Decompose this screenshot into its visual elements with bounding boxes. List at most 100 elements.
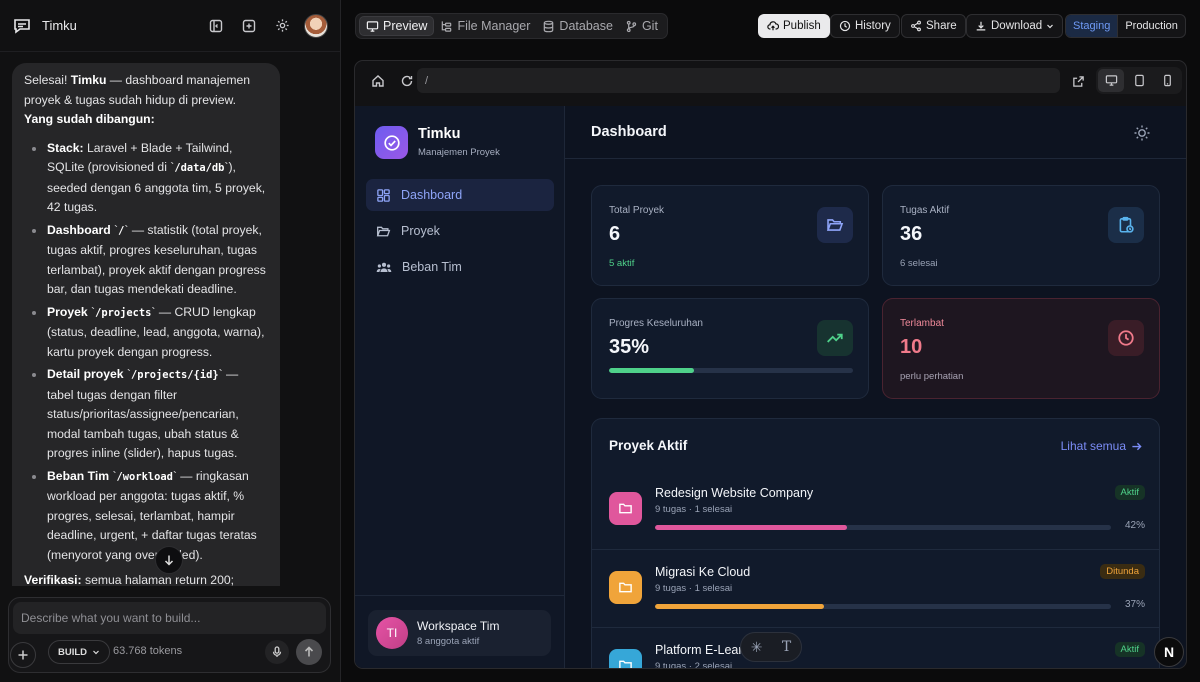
settings-gear-icon[interactable]	[269, 13, 295, 39]
site-brand: Timku	[418, 126, 461, 142]
team-icon	[376, 262, 392, 272]
send-button[interactable]	[296, 639, 322, 665]
plus-icon	[18, 650, 28, 660]
tab-file-manager[interactable]: File Manager	[434, 16, 536, 36]
project-progress-bar	[655, 525, 1111, 530]
dashboard-grid-icon	[377, 188, 390, 202]
home-icon[interactable]	[368, 71, 388, 91]
app-badge[interactable]: N	[1154, 637, 1184, 667]
list-item: Proyek `/projects` — CRUD lengkap (statu…	[24, 303, 268, 363]
sidebar-item-dashboard[interactable]: Dashboard	[366, 179, 554, 211]
monitor-icon	[366, 20, 379, 32]
stat-footnote: perlu perhatian	[900, 371, 964, 382]
project-name: Redesign Website Company	[655, 486, 814, 500]
status-badge: Aktif	[1114, 642, 1145, 657]
share-button[interactable]: Share	[901, 14, 966, 38]
see-all-link[interactable]: Lihat semua	[1061, 439, 1142, 453]
stat-value: 36	[900, 223, 923, 245]
stat-label: Total Proyek	[609, 205, 665, 216]
list-item: Dashboard `/` — statistik (total proyek,…	[24, 221, 268, 300]
environment-toggle: Staging Production	[1065, 14, 1186, 38]
folder-icon	[817, 207, 853, 243]
site-sidebar: Timku Manajemen Proyek Dashboard Proyek …	[355, 106, 565, 668]
stat-card-progres: Progres Keseluruhan 35%	[591, 298, 869, 399]
env-staging[interactable]: Staging	[1066, 15, 1119, 37]
assistant-message: Selesai! Timku — dashboard manajemen pro…	[12, 63, 280, 586]
tab-database[interactable]: Database	[536, 16, 619, 36]
magic-wand-icon[interactable]: ✳	[751, 639, 763, 656]
project-stats: 9 tugas · 1 selesai	[655, 583, 733, 594]
stat-value: 10	[900, 336, 923, 358]
clipboard-clock-icon	[1108, 207, 1144, 243]
theme-toggle-sun-icon[interactable]	[1132, 123, 1152, 143]
site-header: Dashboard	[565, 106, 1186, 159]
folder-icon	[609, 571, 642, 604]
microphone-icon	[272, 646, 282, 657]
list-item: Stack: Laravel + Blade + Tailwind, SQLit…	[24, 139, 268, 218]
prompt-input[interactable]	[13, 602, 326, 634]
arrow-up-icon	[304, 646, 314, 657]
desktop-view-icon[interactable]	[1098, 69, 1124, 92]
stat-footnote: 6 selesai	[900, 258, 938, 269]
reload-icon[interactable]	[397, 71, 417, 91]
token-count: 63.768 tokens	[113, 645, 183, 657]
site-brand-sub: Manajemen Proyek	[418, 147, 500, 158]
message-verify: Verifikasi: semua halaman return 200; CR…	[24, 573, 235, 586]
stat-footnote: 5 aktif	[609, 258, 635, 269]
status-badge: Ditunda	[1100, 564, 1145, 579]
env-production[interactable]: Production	[1118, 15, 1185, 37]
file-tree-icon	[442, 20, 452, 32]
built-list: Stack: Laravel + Blade + Tailwind, SQLit…	[24, 139, 268, 566]
sidebar-item-proyek[interactable]: Proyek	[366, 215, 554, 247]
text-tool-icon[interactable]: T	[782, 639, 791, 655]
chat-header: Timku	[0, 0, 340, 52]
history-button[interactable]: History	[830, 14, 900, 38]
attach-button[interactable]	[10, 642, 36, 668]
mobile-view-icon[interactable]	[1154, 69, 1180, 92]
open-external-icon[interactable]	[1068, 71, 1088, 91]
folder-open-icon	[376, 226, 391, 236]
project-stats: 9 tugas · 1 selesai	[655, 504, 733, 515]
workspace-avatar: TI	[376, 617, 408, 649]
user-avatar[interactable]	[304, 13, 328, 38]
clock-icon	[1108, 320, 1144, 356]
folder-icon	[609, 649, 642, 668]
workspace-card[interactable]: TI Workspace Tim 8 anggota aktif	[368, 610, 551, 656]
mode-select[interactable]: BUILD	[48, 640, 111, 664]
folder-icon	[609, 492, 642, 525]
tablet-view-icon[interactable]	[1126, 69, 1152, 92]
project-row[interactable]: Platform E-Learning 9 tugas · 2 selesai …	[592, 627, 1159, 668]
collapse-sidebar-icon[interactable]	[203, 13, 229, 39]
publish-button[interactable]: Publish	[758, 14, 830, 38]
status-badge: Aktif	[1114, 485, 1145, 500]
project-name: Migrasi Ke Cloud	[655, 565, 751, 579]
browser-toolbar: /	[355, 61, 1186, 101]
stat-card-total-proyek: Total Proyek 6 5 aktif	[591, 185, 869, 286]
scroll-down-button[interactable]	[155, 546, 183, 574]
preview-app: Timku Manajemen Proyek Dashboard Proyek …	[355, 106, 1186, 668]
tab-preview[interactable]: Preview	[359, 16, 435, 36]
chat-pane: Timku Selesai! Timku — dashboard manajem…	[0, 0, 341, 682]
project-row[interactable]: Redesign Website Company 9 tugas · 1 sel…	[592, 471, 1159, 549]
mode-label: BUILD	[58, 646, 88, 658]
chevron-down-icon	[93, 650, 99, 655]
share-icon	[911, 20, 921, 32]
project-row[interactable]: Migrasi Ke Cloud 9 tugas · 1 selesai Dit…	[592, 549, 1159, 627]
preview-frame: / Timku Manajemen Proyek Dashboard Proye…	[354, 60, 1187, 669]
tab-git[interactable]: Git	[619, 16, 664, 36]
workspace-name: Workspace Tim	[417, 619, 500, 633]
overall-progress-bar	[609, 368, 853, 373]
sidebar-item-beban-tim[interactable]: Beban Tim	[366, 251, 554, 283]
new-chat-icon[interactable]	[236, 13, 262, 39]
project-percent: 42%	[1124, 520, 1145, 531]
project-progress-bar	[655, 604, 1111, 609]
git-branch-icon	[626, 20, 637, 32]
url-bar[interactable]: /	[417, 68, 1060, 93]
stat-card-terlambat: Terlambat 10 perlu perhatian	[882, 298, 1160, 399]
microphone-button[interactable]	[265, 640, 289, 664]
floating-edit-toolbar: ✳ T	[740, 632, 802, 662]
trending-up-icon	[817, 320, 853, 356]
device-switcher	[1096, 67, 1182, 94]
workspace-members: 8 anggota aktif	[417, 636, 480, 647]
download-button[interactable]: Download	[966, 14, 1064, 38]
